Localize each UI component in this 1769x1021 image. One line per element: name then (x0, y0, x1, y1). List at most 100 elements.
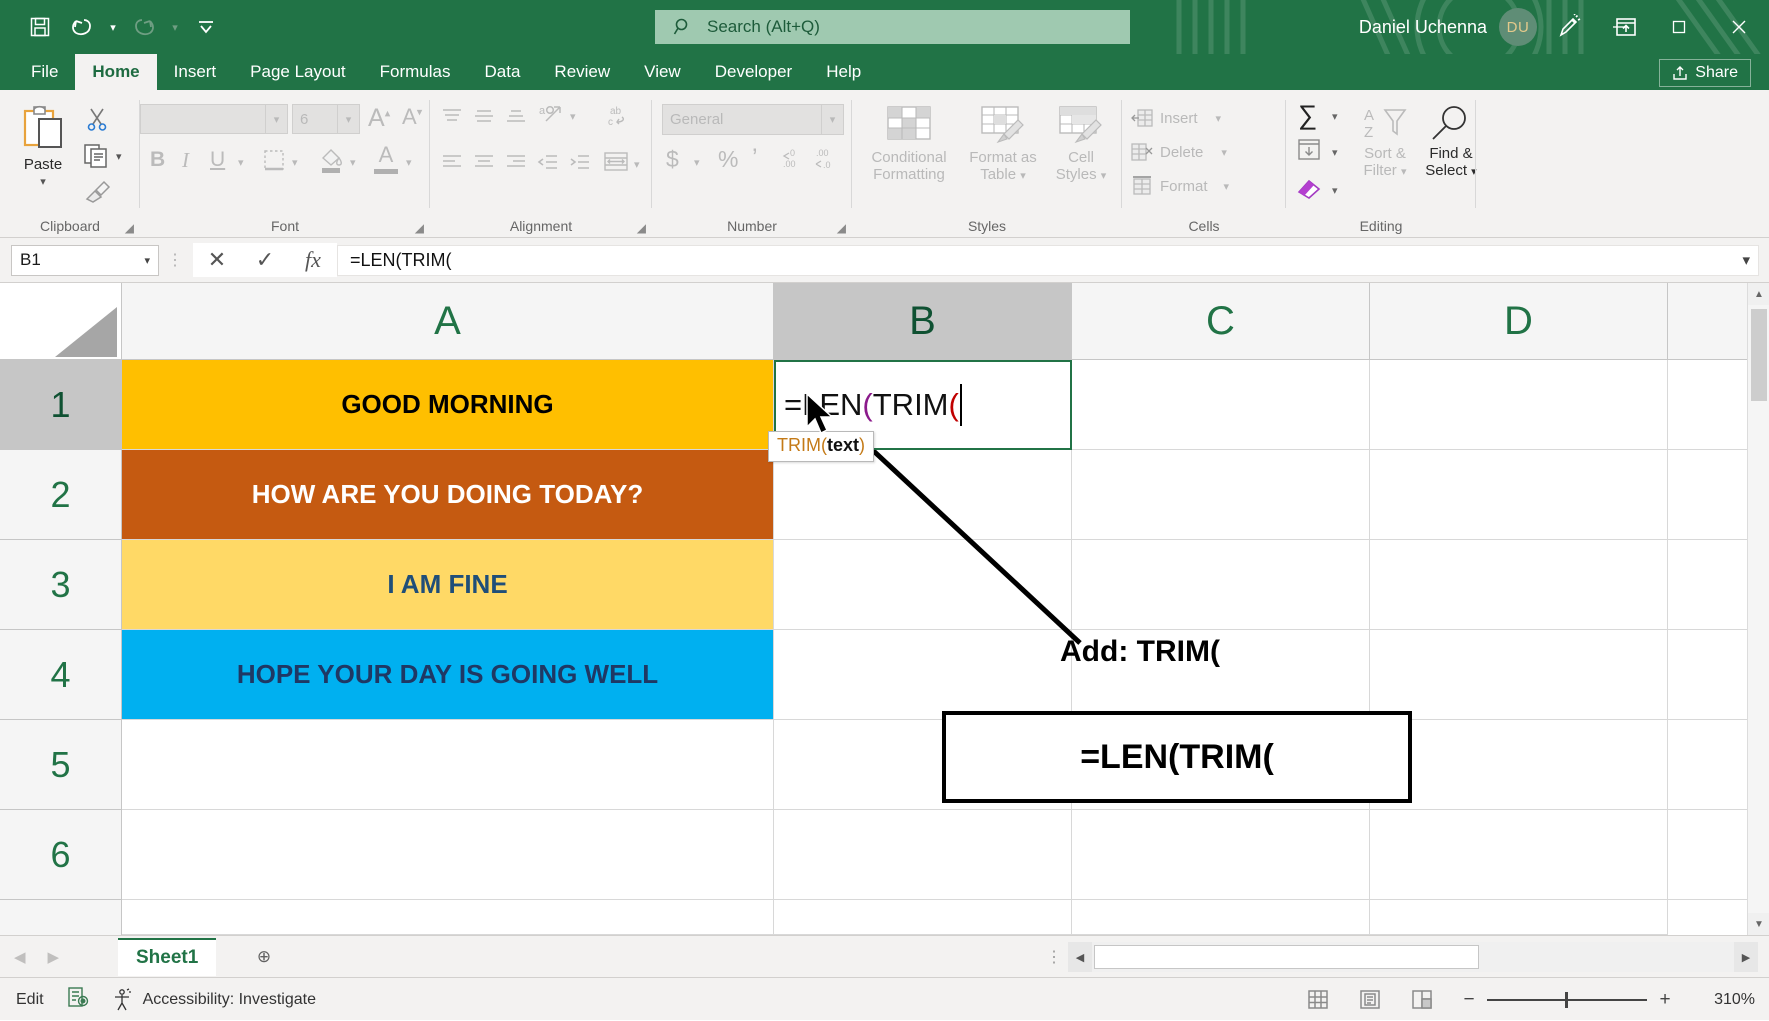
tab-page-layout[interactable]: Page Layout (233, 54, 362, 90)
zoom-handle[interactable] (1565, 992, 1568, 1008)
next-sheet-icon[interactable]: ▶ (48, 948, 60, 966)
row-header-2[interactable]: 2 (0, 450, 122, 540)
accounting-format-icon[interactable]: $ (666, 146, 679, 173)
accounting-dropdown-icon[interactable]: ▾ (694, 156, 700, 169)
row-header-6[interactable]: 6 (0, 810, 122, 900)
font-size-dropdown-icon[interactable]: ▾ (337, 105, 359, 133)
cell-styles-button[interactable]: Cell Styles ▾ (1048, 104, 1114, 184)
align-left-icon[interactable] (440, 152, 464, 172)
undo-icon[interactable] (62, 8, 102, 46)
vertical-scroll-thumb[interactable] (1751, 309, 1767, 401)
increase-font-size-icon[interactable]: A▴ (368, 104, 390, 133)
alignment-dialog-launcher[interactable]: ◢ (637, 221, 646, 235)
pen-inking-icon[interactable] (1545, 0, 1591, 54)
column-header-a[interactable]: A (122, 283, 774, 360)
borders-dropdown-icon[interactable]: ▾ (292, 156, 298, 169)
format-painter-icon[interactable] (84, 178, 112, 204)
cell-c7[interactable] (1072, 900, 1370, 935)
autosum-dropdown-icon[interactable]: ▾ (1332, 110, 1338, 123)
cell-d2[interactable] (1370, 450, 1668, 540)
zoom-track[interactable] (1487, 999, 1647, 1001)
cell-e3[interactable] (1668, 540, 1747, 630)
cell-d7[interactable] (1370, 900, 1668, 935)
tab-help[interactable]: Help (809, 54, 878, 90)
tab-data[interactable]: Data (468, 54, 538, 90)
font-size-input[interactable]: 6 ▾ (292, 104, 360, 134)
previous-sheet-icon[interactable]: ◀ (14, 948, 26, 966)
column-header-e[interactable] (1668, 283, 1747, 360)
cell-a4[interactable]: HOPE YOUR DAY IS GOING WELL (122, 630, 774, 720)
clear-dropdown-icon[interactable]: ▾ (1332, 184, 1338, 197)
orientation-dropdown-icon[interactable]: ▾ (570, 110, 576, 123)
redo-dropdown-icon[interactable]: ▾ (166, 8, 184, 46)
underline-dropdown-icon[interactable]: ▾ (238, 156, 244, 169)
align-top-icon[interactable] (440, 106, 464, 126)
copy-icon[interactable] (82, 142, 110, 170)
cell-b7[interactable] (774, 900, 1072, 935)
cell-e2[interactable] (1668, 450, 1747, 540)
insert-cells-button[interactable]: Insert ▾ (1130, 108, 1221, 128)
align-middle-icon[interactable] (472, 106, 496, 126)
add-sheet-icon[interactable]: ⊕ (246, 936, 282, 978)
autosum-icon[interactable]: ∑ (1298, 102, 1317, 129)
search-input[interactable]: Search (Alt+Q) (655, 10, 1130, 44)
cell-d6[interactable] (1370, 810, 1668, 900)
name-box[interactable]: B1 ▾ (11, 245, 159, 276)
cell-d1[interactable] (1370, 360, 1668, 450)
underline-button[interactable]: U (210, 148, 225, 172)
scroll-right-icon[interactable]: ▶ (1734, 942, 1758, 972)
borders-icon[interactable] (262, 148, 286, 172)
decrease-font-size-icon[interactable]: A▾ (402, 104, 422, 130)
tab-home[interactable]: Home (75, 54, 156, 90)
font-color-dropdown-icon[interactable]: ▾ (406, 156, 412, 169)
scroll-down-icon[interactable]: ▼ (1748, 913, 1769, 935)
horizontal-scrollbar[interactable]: ◀ ▶ (1068, 942, 1758, 972)
paste-dropdown-icon[interactable]: ▾ (40, 175, 46, 188)
merge-dropdown-icon[interactable]: ▾ (634, 158, 640, 171)
maximize-button[interactable] (1649, 0, 1709, 54)
row-header-4[interactable]: 4 (0, 630, 122, 720)
tab-insert[interactable]: Insert (157, 54, 234, 90)
fill-color-icon[interactable] (318, 146, 344, 174)
accessibility-status[interactable]: Accessibility: Investigate (112, 988, 316, 1012)
comma-style-icon[interactable]: ’ (752, 144, 758, 173)
copy-dropdown-icon[interactable]: ▾ (116, 150, 122, 163)
minimize-button[interactable] (1589, 0, 1649, 54)
number-format-select[interactable]: General ▾ (662, 104, 844, 135)
horizontal-scroll-thumb[interactable] (1094, 945, 1479, 969)
sort-and-filter-button[interactable]: A Z Sort & Filter ▾ (1354, 104, 1416, 180)
number-format-dropdown-icon[interactable]: ▾ (821, 105, 843, 134)
column-header-c[interactable]: C (1072, 283, 1370, 360)
merge-and-center-icon[interactable] (602, 150, 630, 174)
align-right-icon[interactable] (504, 152, 528, 172)
row-header-3[interactable]: 3 (0, 540, 122, 630)
close-button[interactable] (1709, 0, 1769, 54)
cell-a2[interactable]: HOW ARE YOU DOING TODAY? (122, 450, 774, 540)
font-name-input[interactable]: ▾ (140, 104, 288, 134)
wrap-text-icon[interactable]: ab c (606, 104, 632, 128)
redo-icon[interactable] (124, 8, 164, 46)
tab-developer[interactable]: Developer (698, 54, 810, 90)
italic-button[interactable]: I (182, 148, 189, 173)
name-box-dropdown-icon[interactable]: ▾ (144, 254, 150, 267)
cell-e4[interactable] (1668, 630, 1747, 720)
sheet-tab-sheet1[interactable]: Sheet1 (118, 938, 216, 976)
zoom-out-button[interactable]: − (1461, 989, 1477, 1011)
row-header-7[interactable] (0, 900, 122, 935)
cell-a1[interactable]: GOOD MORNING (122, 360, 774, 450)
format-cells-button[interactable]: Format ▾ (1130, 176, 1229, 196)
record-macro-icon[interactable] (66, 985, 90, 1014)
customize-qat-icon[interactable] (186, 8, 226, 46)
delete-cells-button[interactable]: Delete ▾ (1130, 142, 1227, 162)
vertical-scrollbar[interactable]: ▲ ▼ (1747, 283, 1769, 935)
fill-color-dropdown-icon[interactable]: ▾ (350, 156, 356, 169)
cell-b6[interactable] (774, 810, 1072, 900)
percent-format-icon[interactable]: % (718, 146, 738, 173)
insert-function-button[interactable]: fx (289, 243, 337, 277)
cell-e6[interactable] (1668, 810, 1747, 900)
paste-button[interactable]: Paste ▾ (10, 104, 76, 188)
number-dialog-launcher[interactable]: ◢ (837, 221, 846, 235)
cut-icon[interactable] (84, 106, 110, 132)
format-dropdown-icon[interactable]: ▾ (1224, 180, 1230, 193)
bold-button[interactable]: B (150, 148, 165, 172)
